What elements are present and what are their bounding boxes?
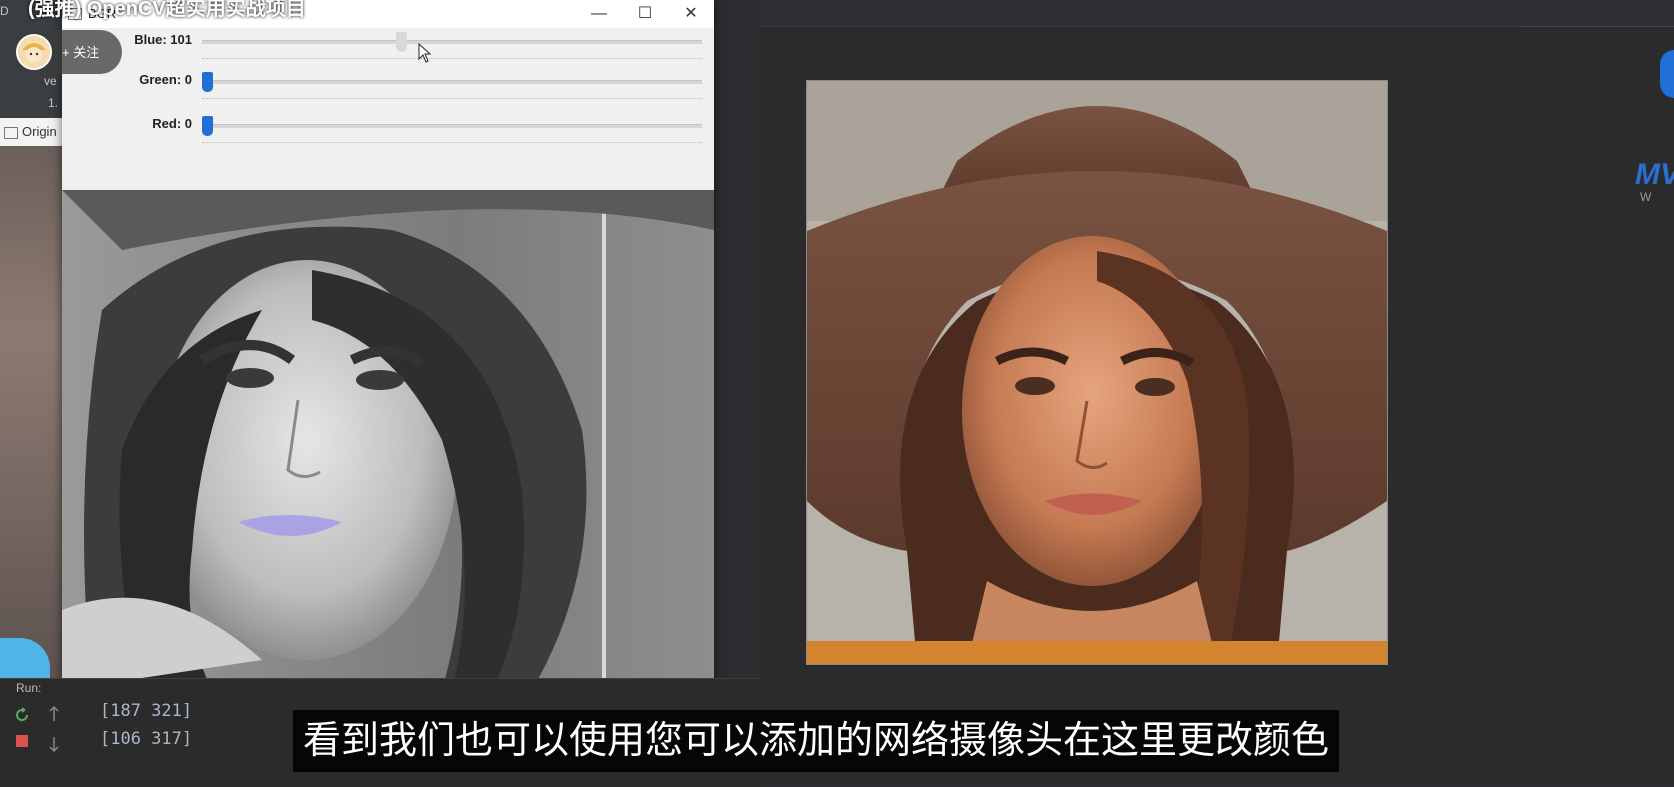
trackbar-red-thumb[interactable] [202,116,213,136]
trackbar-red-groove[interactable] [202,124,702,128]
video-subtitle: 看到我们也可以使用您可以添加的网络摄像头在这里更改颜色 [293,710,1340,772]
bgr-output-image [62,190,714,690]
trackbar-blue-groove[interactable] [202,40,702,44]
trackbar-blue-thumb[interactable] [395,32,407,52]
editor-tab-bar [760,0,1674,27]
run-label: Run: [16,681,42,695]
color-portrait [807,81,1387,664]
stop-icon[interactable] [16,735,28,747]
editor-divider [1520,26,1674,27]
console-output-line: [187 321] [100,701,193,721]
trackbar-blue-label: Blue: 101 [134,32,192,47]
scroll-down-icon[interactable] [48,735,60,753]
scroll-up-icon[interactable] [48,705,60,723]
brand-logo-icon [1660,50,1674,98]
trackbar-green-thumb[interactable] [202,72,213,92]
avatar[interactable] [16,34,52,70]
bgr-window[interactable]: BGR — ☐ ✕ Blue: 101 Green: 0 Red: 0 [62,0,714,690]
uploader-follow-chip[interactable]: + 关注 [12,30,122,74]
grayscale-portrait [62,190,714,690]
trackbar-red-label: Red: 0 [152,116,192,131]
minimize-button[interactable]: — [576,0,622,28]
console-output-line: [106 317] [100,729,193,749]
brand-logo-subtext: W [1640,190,1652,204]
color-portrait-window [806,80,1388,665]
original-image-fragment [0,146,62,678]
trackbar-green-label: Green: 0 [139,72,192,87]
original-window-title: Origin [22,124,57,139]
maximize-button[interactable]: ☐ [622,0,668,28]
trackbar-red-ticks [202,142,702,145]
follow-button[interactable]: + 关注 [62,42,99,61]
tree-item-file[interactable]: 1. [0,92,62,114]
rerun-icon[interactable] [14,707,30,723]
original-image-window[interactable]: Origin [0,118,63,718]
video-title: (强推) OpenCV超实用实战项目 [28,0,306,20]
window-app-icon [4,126,18,139]
trackbar-green-ticks [202,98,702,101]
brand-logo-text: MV [1635,158,1674,191]
trackbar-panel: Blue: 101 Green: 0 Red: 0 [62,28,714,190]
trackbar-blue-ticks [202,58,702,61]
trackbar-green-groove[interactable] [202,80,702,84]
mouse-cursor-icon [418,43,432,63]
avatar-icon [18,36,50,68]
original-window-titlebar[interactable]: Origin [0,118,62,146]
close-button[interactable]: ✕ [668,0,714,28]
